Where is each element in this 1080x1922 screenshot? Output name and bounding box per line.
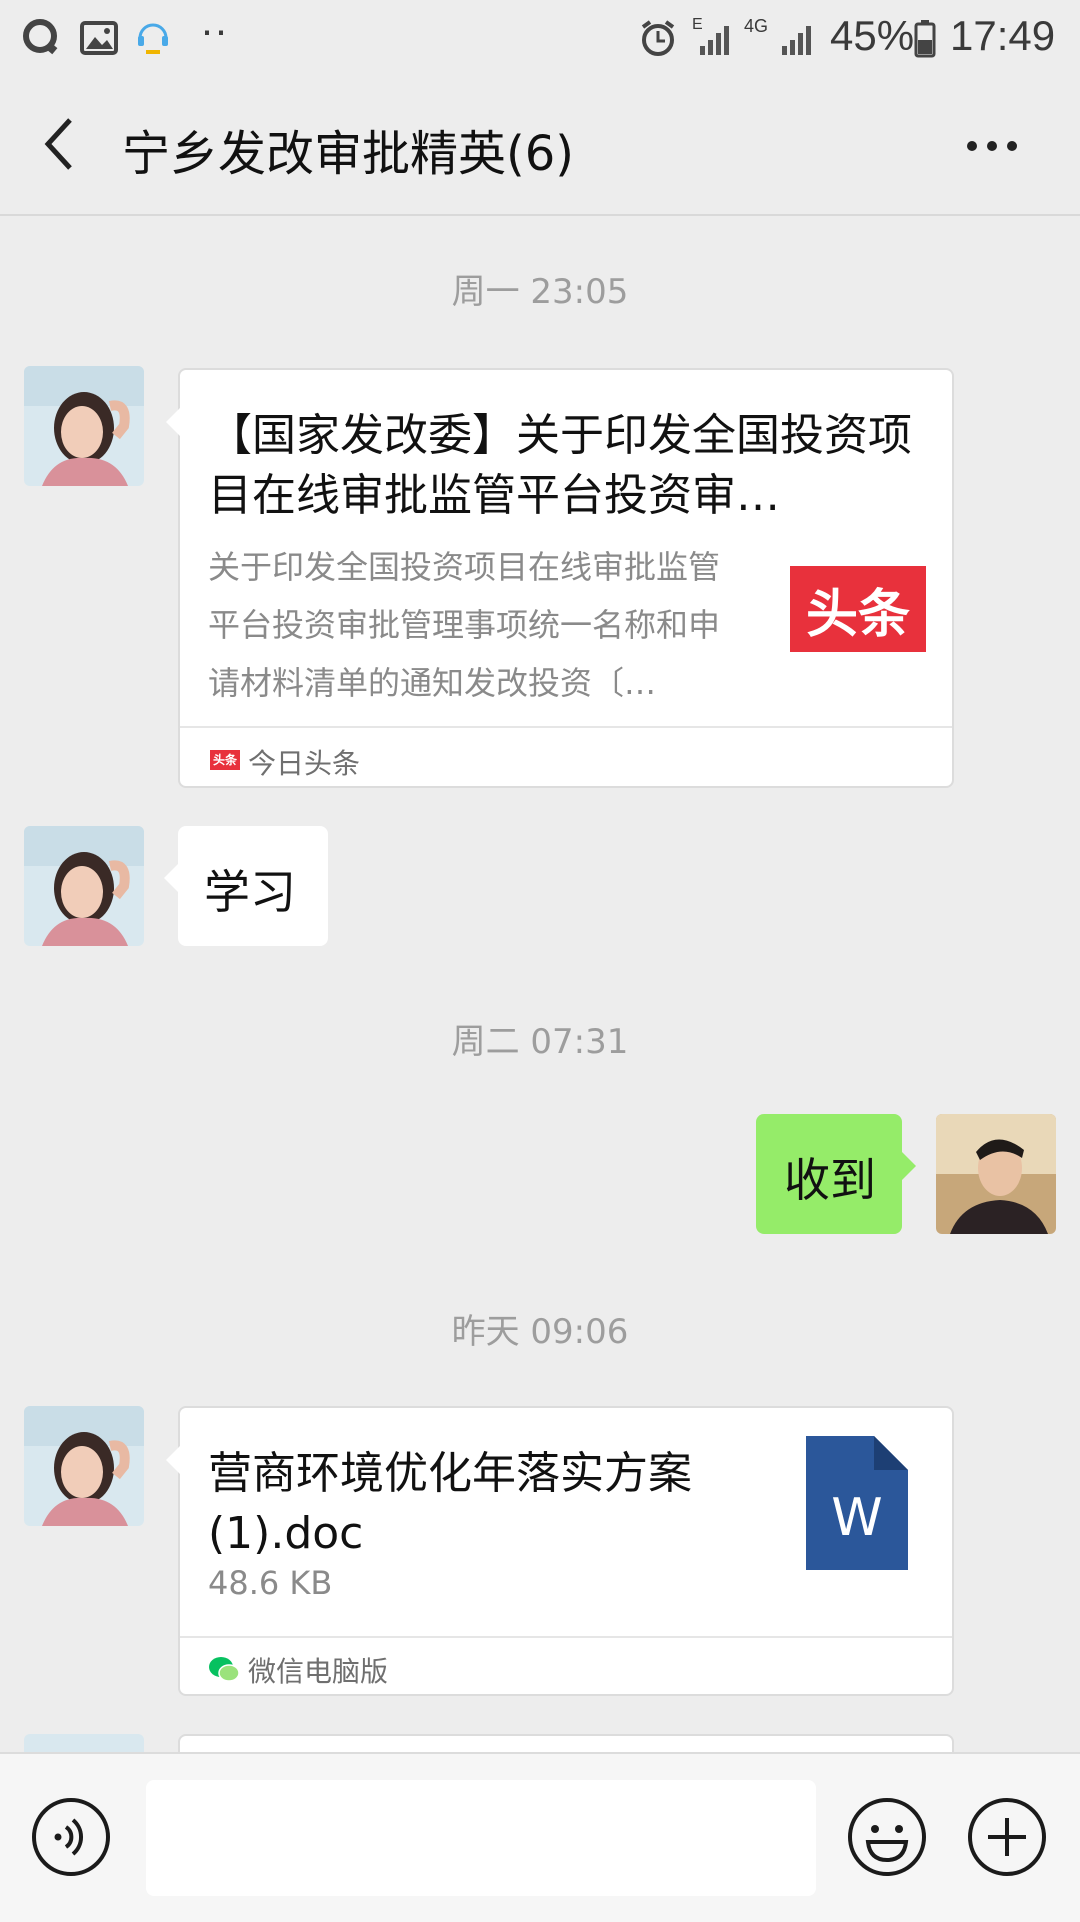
back-arrow-icon[interactable] <box>38 114 78 174</box>
signal-icon <box>782 26 811 55</box>
my-avatar[interactable] <box>936 1114 1056 1234</box>
assistant-icon <box>138 23 168 54</box>
file-card[interactable]: 营商环境优化年落实方案(1).doc 48.6 KB W 微信电脑版 <box>166 1406 954 1696</box>
link-card[interactable]: 【国家发改委】关于印发全国投资项目在线审批监管平台投资审… 关于印发全国投资项目… <box>166 368 954 788</box>
timestamp: 周二 07:31 <box>451 1022 629 1062</box>
text-message[interactable]: 学习 <box>164 826 328 946</box>
bubble-tail <box>166 1446 180 1474</box>
qq-icon <box>23 19 58 55</box>
text-message-content: 学习 <box>204 865 296 919</box>
status-bar: ·· E 4G 45% 17:49 <box>0 0 1080 78</box>
next-message-preview <box>24 1734 144 1752</box>
next-message-preview <box>178 1734 954 1752</box>
link-card-source: 今日头条 <box>248 747 361 780</box>
avatar[interactable] <box>24 1406 144 1526</box>
network-4g-label: 4G <box>744 16 769 36</box>
bubble-tail <box>164 864 178 892</box>
toutiao-source-badge-text: 头条 <box>212 753 237 767</box>
timestamp: 昨天 09:06 <box>451 1312 629 1352</box>
bubble-tail <box>902 1152 916 1180</box>
clock: 17:49 <box>950 12 1056 59</box>
word-file-icon-letter: W <box>831 1488 883 1548</box>
emoji-icon[interactable] <box>846 1796 928 1878</box>
toutiao-source-icon: 头条 <box>210 750 240 770</box>
gallery-icon <box>80 21 118 55</box>
sent-message-content: 收到 <box>784 1153 876 1207</box>
message-input[interactable] <box>146 1780 816 1896</box>
file-source: 微信电脑版 <box>248 1655 389 1688</box>
more-dots-icon: ·· <box>200 6 228 53</box>
file-size: 48.6 KB <box>208 1564 333 1602</box>
battery-icon <box>914 20 936 58</box>
chat-title: 宁乡发改审批精英(6) <box>122 126 574 182</box>
timestamp: 周一 23:05 <box>451 272 629 312</box>
word-file-icon: W <box>806 1436 908 1570</box>
link-card-title: 【国家发改委】关于印发全国投资项目在线审批监管平台投资审… <box>208 410 912 521</box>
alarm-icon <box>641 20 675 56</box>
toutiao-thumbnail: 头条 <box>790 566 926 652</box>
toutiao-thumbnail-text: 头条 <box>805 584 910 645</box>
chat-header: 宁乡发改审批精英(6) <box>0 78 1080 216</box>
bubble-tail <box>166 408 180 436</box>
wechat-icon <box>209 1657 240 1682</box>
divider <box>180 1636 952 1638</box>
battery-percent: 45% <box>830 12 915 59</box>
avatar[interactable] <box>24 826 144 946</box>
divider <box>180 726 952 728</box>
signal-icon <box>700 26 729 55</box>
file-name: 营商环境优化年落实方案(1).doc <box>208 1448 692 1559</box>
input-bar <box>0 1752 1080 1922</box>
voice-icon[interactable] <box>30 1796 112 1878</box>
avatar[interactable] <box>24 366 144 486</box>
sent-message[interactable]: 收到 <box>756 1114 916 1234</box>
more-options-icon[interactable] <box>962 134 1022 158</box>
plus-icon[interactable] <box>966 1796 1048 1878</box>
link-card-description: 关于印发全国投资项目在线审批监管平台投资审批管理事项统一名称和申请材料清单的通知… <box>208 548 721 702</box>
